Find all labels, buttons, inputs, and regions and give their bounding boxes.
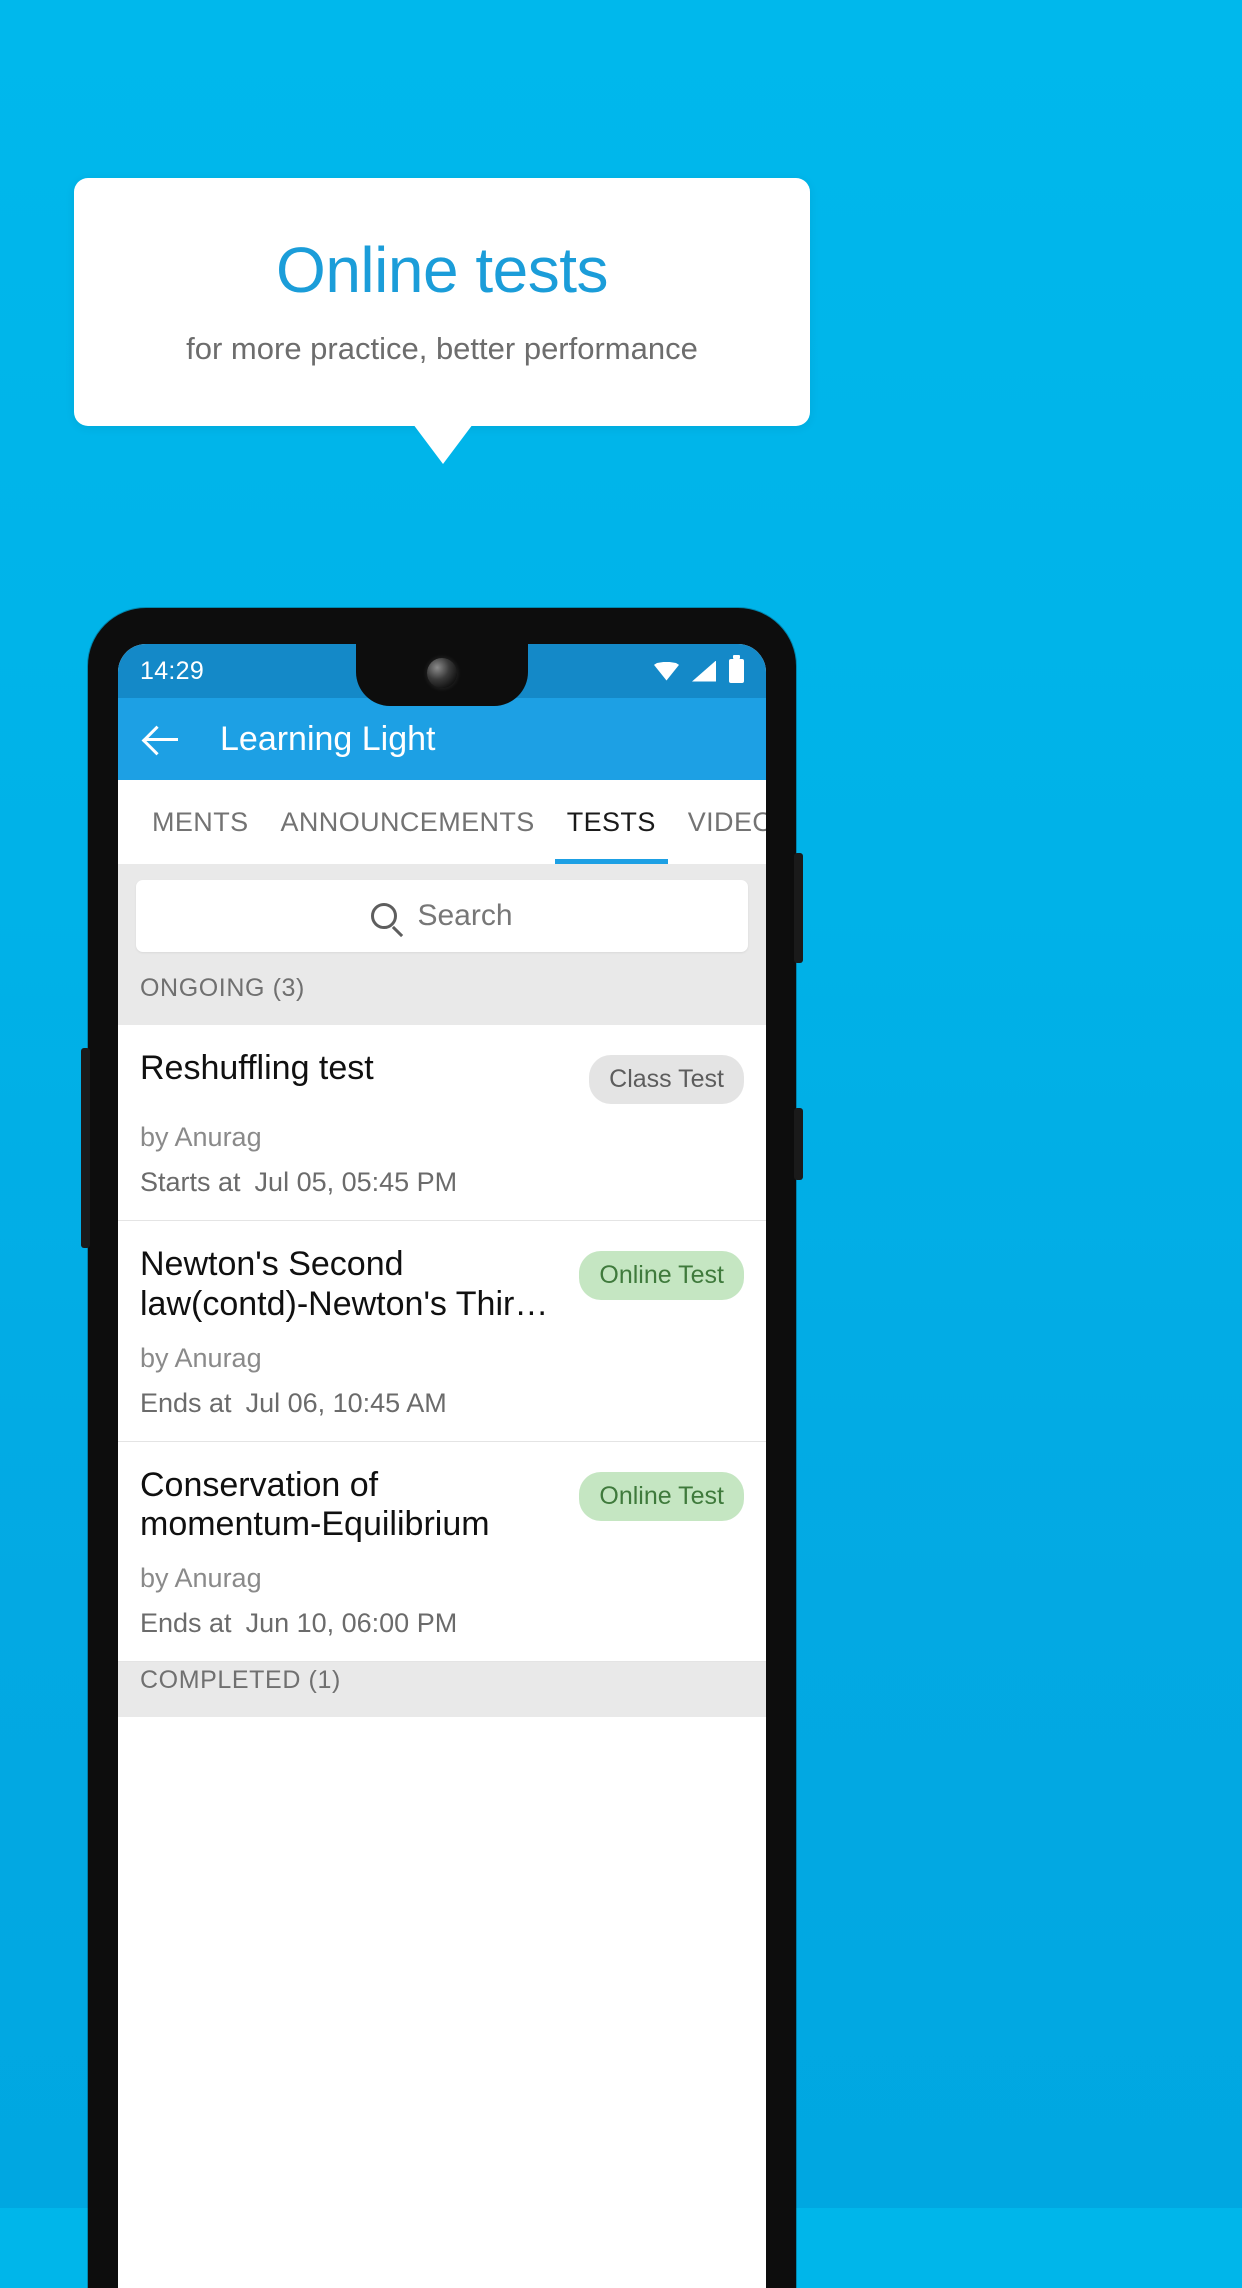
list-item-header: Newton's Second law(contd)-Newton's Thir… bbox=[140, 1245, 744, 1325]
section-header-completed: COMPLETED (1) bbox=[118, 1662, 766, 1718]
search-input[interactable]: Search bbox=[136, 880, 748, 952]
tab-announcements[interactable]: ANNOUNCEMENTS bbox=[265, 780, 551, 864]
schedule-value: Jul 06, 10:45 AM bbox=[245, 1387, 447, 1418]
test-title: Reshuffling test bbox=[140, 1049, 374, 1087]
table-row[interactable]: Reshuffling test Class Test by Anurag St… bbox=[118, 1025, 766, 1221]
test-author: by Anurag bbox=[140, 1563, 262, 1594]
phone-left-button bbox=[81, 1048, 90, 1248]
test-schedule: Starts at Jul 05, 05:45 PM bbox=[140, 1167, 744, 1198]
schedule-value: Jul 05, 05:45 PM bbox=[254, 1167, 458, 1197]
phone-device: 14:29 Learning Light MENTS ANNOUNCEMENTS bbox=[81, 608, 803, 2288]
test-author: by Anurag bbox=[140, 1342, 262, 1373]
app-bar: Learning Light bbox=[118, 698, 766, 780]
status-bar-icons bbox=[654, 655, 744, 683]
tab-videos[interactable]: VIDEOS bbox=[672, 780, 766, 864]
signal-icon bbox=[692, 660, 716, 682]
status-badge: Online Test bbox=[579, 1251, 744, 1300]
test-title: Conservation of momentum-Equilibrium bbox=[140, 1465, 490, 1544]
test-author: by Anurag bbox=[140, 1122, 262, 1152]
phone-volume-button bbox=[794, 853, 803, 963]
phone-power-button bbox=[794, 1108, 803, 1180]
battery-icon bbox=[729, 655, 744, 683]
list-item-header: Reshuffling test Class Test bbox=[140, 1049, 744, 1104]
test-title: Newton's Second law(contd)-Newton's Thir… bbox=[140, 1245, 549, 1323]
search-icon bbox=[371, 903, 398, 929]
status-badge: Class Test bbox=[589, 1055, 744, 1104]
search-placeholder: Search bbox=[417, 899, 513, 932]
list-item-header: Conservation of momentum-Equilibrium Onl… bbox=[140, 1466, 744, 1546]
promo-title: Online tests bbox=[276, 234, 608, 307]
promo-card: Online tests for more practice, better p… bbox=[74, 178, 810, 426]
promo-bubble-tail bbox=[413, 424, 473, 464]
front-camera-icon bbox=[427, 658, 457, 688]
tab-label: MENTS bbox=[152, 806, 249, 837]
schedule-label: Ends at bbox=[140, 1387, 232, 1418]
schedule-label: Ends at bbox=[140, 1608, 232, 1639]
test-schedule: Ends at Jul 06, 10:45 AM bbox=[140, 1388, 744, 1419]
tab-bar: MENTS ANNOUNCEMENTS TESTS VIDEOS bbox=[118, 780, 766, 864]
tab-label: ANNOUNCEMENTS bbox=[280, 806, 535, 837]
tab-label: TESTS bbox=[566, 806, 656, 837]
status-bar: 14:29 bbox=[118, 644, 766, 706]
table-row[interactable]: Newton's Second law(contd)-Newton's Thir… bbox=[118, 1221, 766, 1442]
phone-screen: 14:29 Learning Light MENTS ANNOUNCEMENTS bbox=[118, 644, 766, 2288]
schedule-value: Jun 10, 06:00 PM bbox=[245, 1608, 458, 1639]
back-arrow-icon[interactable] bbox=[140, 717, 184, 761]
tab-ments[interactable]: MENTS bbox=[136, 780, 265, 864]
status-bar-clock: 14:29 bbox=[140, 656, 205, 685]
search-area: Search bbox=[118, 864, 766, 970]
phone-notch bbox=[356, 644, 528, 706]
promo-subtitle: for more practice, better performance bbox=[186, 330, 698, 366]
schedule-label: Starts at bbox=[140, 1167, 241, 1197]
app-bar-title: Learning Light bbox=[220, 719, 436, 758]
table-row[interactable]: Conservation of momentum-Equilibrium Onl… bbox=[118, 1441, 766, 1663]
section-header-ongoing: ONGOING (3) bbox=[118, 970, 766, 1025]
tab-label: VIDEOS bbox=[687, 806, 766, 837]
test-schedule: Ends at Jun 10, 06:00 PM bbox=[140, 1608, 744, 1639]
wifi-icon bbox=[654, 661, 679, 681]
status-badge: Online Test bbox=[579, 1471, 744, 1521]
tab-tests[interactable]: TESTS bbox=[551, 780, 672, 864]
